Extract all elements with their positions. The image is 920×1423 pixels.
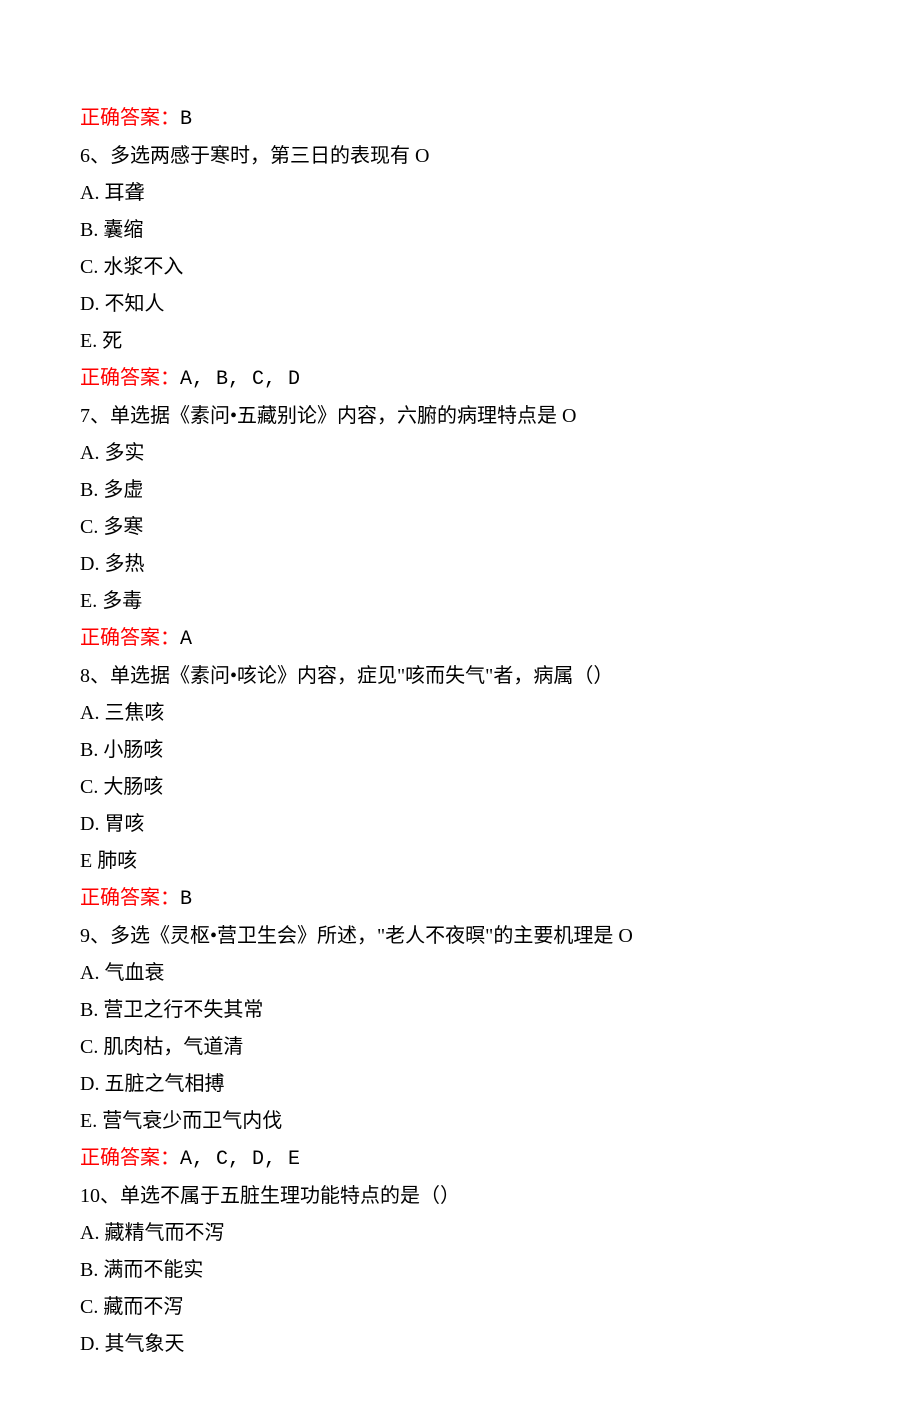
line-text: B. 营卫之行不失其常 (80, 999, 263, 1021)
line-text: A. 气血衰 (80, 962, 164, 984)
text-line: 正确答案：B (80, 880, 840, 918)
text-line: 6、多选两感于寒时，第三日的表现有 O (80, 138, 840, 175)
line-text: D. 五脏之气相搏 (80, 1073, 224, 1095)
text-line: C. 肌肉枯，气道清 (80, 1029, 840, 1066)
text-line: C. 多寒 (80, 509, 840, 546)
text-line: E. 多毒 (80, 583, 840, 620)
answer-value: A, C, D, E (180, 1148, 300, 1171)
line-text: 10、单选不属于五脏生理功能特点的是（） (80, 1185, 460, 1207)
line-text: C. 藏而不泻 (80, 1296, 183, 1318)
text-line: 10、单选不属于五脏生理功能特点的是（） (80, 1178, 840, 1215)
line-text: C. 肌肉枯，气道清 (80, 1036, 243, 1058)
text-line: B. 满而不能实 (80, 1252, 840, 1289)
text-line: A. 三焦咳 (80, 695, 840, 732)
text-line: D. 多热 (80, 546, 840, 583)
text-line: 正确答案：B (80, 100, 840, 138)
answer-label: 正确答案： (80, 367, 180, 389)
line-text: B. 满而不能实 (80, 1259, 203, 1281)
text-line: D. 其气象天 (80, 1326, 840, 1363)
document-content: 正确答案：B6、多选两感于寒时，第三日的表现有 OA. 耳聋B. 囊缩C. 水浆… (80, 100, 840, 1363)
line-text: E. 多毒 (80, 590, 142, 612)
answer-label: 正确答案： (80, 107, 180, 129)
line-text: 9、多选《灵枢•营卫生会》所述，"老人不夜暝"的主要机理是 O (80, 925, 633, 947)
line-text: E. 死 (80, 330, 122, 352)
line-text: A. 耳聋 (80, 182, 144, 204)
text-line: C. 水浆不入 (80, 249, 840, 286)
line-text: C. 大肠咳 (80, 776, 163, 798)
text-line: C. 藏而不泻 (80, 1289, 840, 1326)
line-text: D. 不知人 (80, 293, 164, 315)
answer-label: 正确答案： (80, 1147, 180, 1169)
answer-label: 正确答案： (80, 627, 180, 649)
text-line: D. 五脏之气相搏 (80, 1066, 840, 1103)
answer-value: B (180, 108, 192, 131)
answer-value: A (180, 628, 192, 651)
text-line: E 肺咳 (80, 843, 840, 880)
answer-value: A, B, C, D (180, 368, 300, 391)
line-text: C. 多寒 (80, 516, 143, 538)
text-line: B. 囊缩 (80, 212, 840, 249)
text-line: A. 多实 (80, 435, 840, 472)
line-text: 6、多选两感于寒时，第三日的表现有 O (80, 145, 429, 167)
line-text: E 肺咳 (80, 850, 137, 872)
text-line: D. 胃咳 (80, 806, 840, 843)
line-text: B. 多虚 (80, 479, 143, 501)
text-line: E. 营气衰少而卫气内伐 (80, 1103, 840, 1140)
text-line: E. 死 (80, 323, 840, 360)
text-line: B. 营卫之行不失其常 (80, 992, 840, 1029)
line-text: A. 藏精气而不泻 (80, 1222, 224, 1244)
line-text: D. 胃咳 (80, 813, 144, 835)
line-text: 8、单选据《素问•咳论》内容，症见"咳而失气"者，病属（） (80, 665, 613, 687)
line-text: A. 三焦咳 (80, 702, 164, 724)
text-line: C. 大肠咳 (80, 769, 840, 806)
line-text: A. 多实 (80, 442, 144, 464)
line-text: E. 营气衰少而卫气内伐 (80, 1110, 282, 1132)
line-text: 7、单选据《素问•五藏别论》内容，六腑的病理特点是 O (80, 405, 576, 427)
line-text: C. 水浆不入 (80, 256, 183, 278)
text-line: 9、多选《灵枢•营卫生会》所述，"老人不夜暝"的主要机理是 O (80, 918, 840, 955)
text-line: 7、单选据《素问•五藏别论》内容，六腑的病理特点是 O (80, 398, 840, 435)
text-line: 正确答案：A (80, 620, 840, 658)
line-text: B. 小肠咳 (80, 739, 163, 761)
text-line: 8、单选据《素问•咳论》内容，症见"咳而失气"者，病属（） (80, 658, 840, 695)
text-line: 正确答案：A, B, C, D (80, 360, 840, 398)
answer-label: 正确答案： (80, 887, 180, 909)
text-line: B. 小肠咳 (80, 732, 840, 769)
text-line: A. 耳聋 (80, 175, 840, 212)
text-line: B. 多虚 (80, 472, 840, 509)
text-line: A. 气血衰 (80, 955, 840, 992)
line-text: D. 其气象天 (80, 1333, 184, 1355)
line-text: B. 囊缩 (80, 219, 143, 241)
text-line: 正确答案：A, C, D, E (80, 1140, 840, 1178)
text-line: A. 藏精气而不泻 (80, 1215, 840, 1252)
text-line: D. 不知人 (80, 286, 840, 323)
answer-value: B (180, 888, 192, 911)
line-text: D. 多热 (80, 553, 144, 575)
